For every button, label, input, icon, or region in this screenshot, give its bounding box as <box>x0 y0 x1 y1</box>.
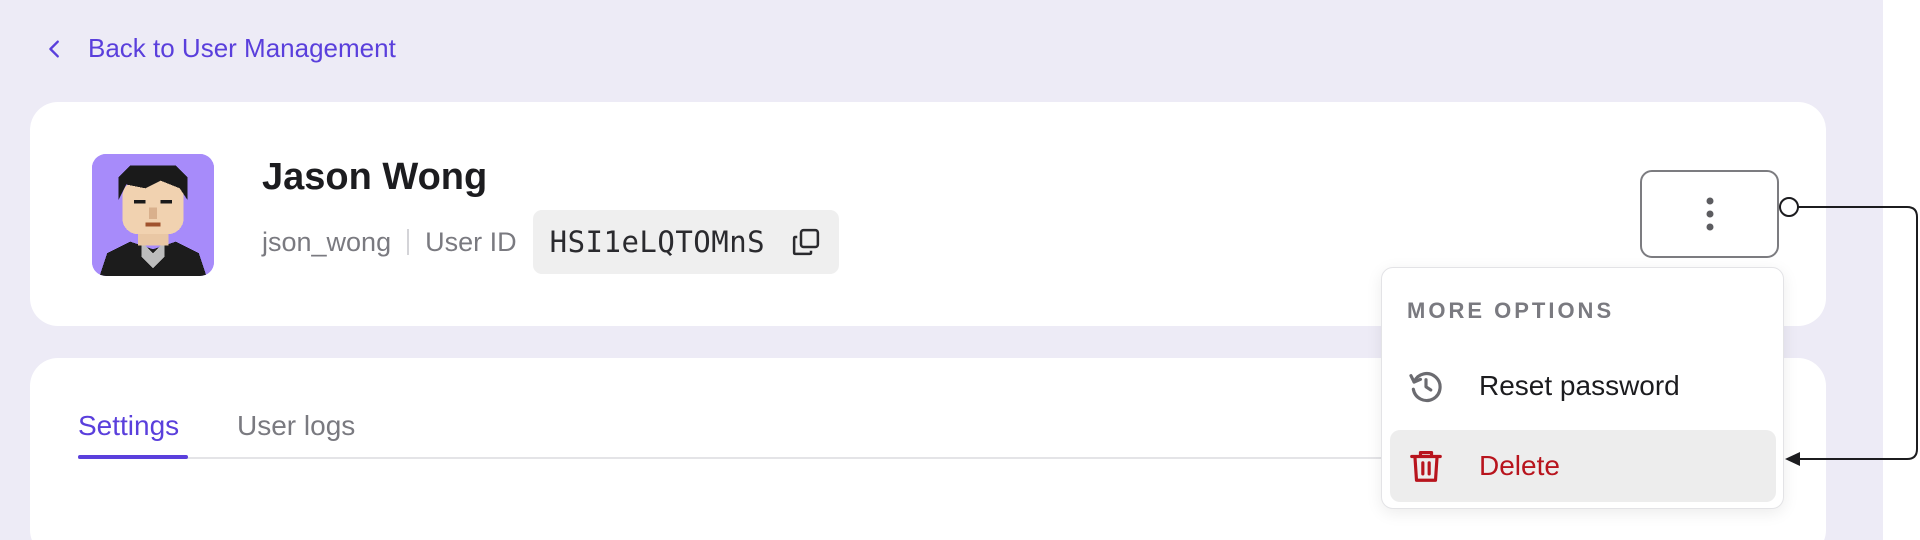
user-meta-row: json_wong User ID HSI1eLQTOMnS <box>262 210 840 274</box>
chevron-left-icon <box>49 39 59 58</box>
active-tab-indicator <box>78 455 188 459</box>
meta-divider <box>407 229 410 255</box>
back-link-label: Back to User Management <box>88 33 396 63</box>
user-id-label: User ID <box>425 226 517 257</box>
menu-item-label: Delete <box>1479 450 1560 481</box>
more-vertical-icon <box>1706 197 1713 231</box>
menu-header: MORE OPTIONS <box>1407 298 1615 323</box>
tabs-divider <box>78 457 1438 459</box>
copy-icon[interactable] <box>791 227 821 257</box>
menu-item-label: Reset password <box>1479 370 1680 401</box>
more-options-menu: MORE OPTIONS Reset password Delete <box>1381 267 1784 509</box>
user-id-chip: HSI1eLQTOMnS <box>532 210 840 274</box>
username: json_wong <box>262 226 392 257</box>
menu-item-reset-password[interactable]: Reset password <box>1390 350 1776 422</box>
avatar <box>92 154 214 276</box>
more-options-button[interactable] <box>1640 170 1779 258</box>
tab-settings[interactable]: Settings <box>78 410 179 442</box>
back-link[interactable]: Back to User Management <box>44 33 396 64</box>
reset-password-icon <box>1409 372 1442 403</box>
tab-user-logs[interactable]: User logs <box>237 410 355 442</box>
menu-item-delete[interactable]: Delete <box>1390 430 1776 502</box>
trash-icon <box>1410 450 1442 482</box>
user-id-value: HSI1eLQTOMnS <box>549 225 766 259</box>
user-name: Jason Wong <box>262 156 488 198</box>
